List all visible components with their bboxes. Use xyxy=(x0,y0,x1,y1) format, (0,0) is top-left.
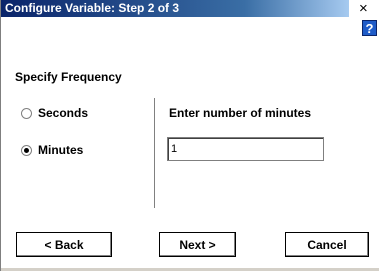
minutes-radio[interactable] xyxy=(21,144,32,156)
vertical-divider xyxy=(154,98,156,208)
minutes-label[interactable]: Minutes xyxy=(38,143,83,157)
close-icon[interactable]: × xyxy=(359,1,368,16)
next-button[interactable]: Next > xyxy=(159,232,236,257)
help-icon[interactable]: ? xyxy=(362,20,377,36)
minutes-field-label: Enter number of minutes xyxy=(169,106,312,120)
minutes-input[interactable] xyxy=(167,137,324,161)
cancel-button[interactable]: Cancel xyxy=(285,232,369,257)
title-bar[interactable]: Configure Variable: Step 2 of 3 xyxy=(1,0,349,17)
section-title: Specify Frequency xyxy=(15,70,122,84)
seconds-label[interactable]: Seconds xyxy=(38,106,88,120)
configure-variable-dialog: Configure Variable: Step 2 of 3 × ? Spec… xyxy=(0,0,379,271)
seconds-radio[interactable] xyxy=(21,107,32,119)
window-title: Configure Variable: Step 2 of 3 xyxy=(5,1,180,15)
back-button[interactable]: < Back xyxy=(16,232,112,257)
seconds-option[interactable]: Seconds xyxy=(21,105,88,121)
minutes-option[interactable]: Minutes xyxy=(21,142,83,158)
